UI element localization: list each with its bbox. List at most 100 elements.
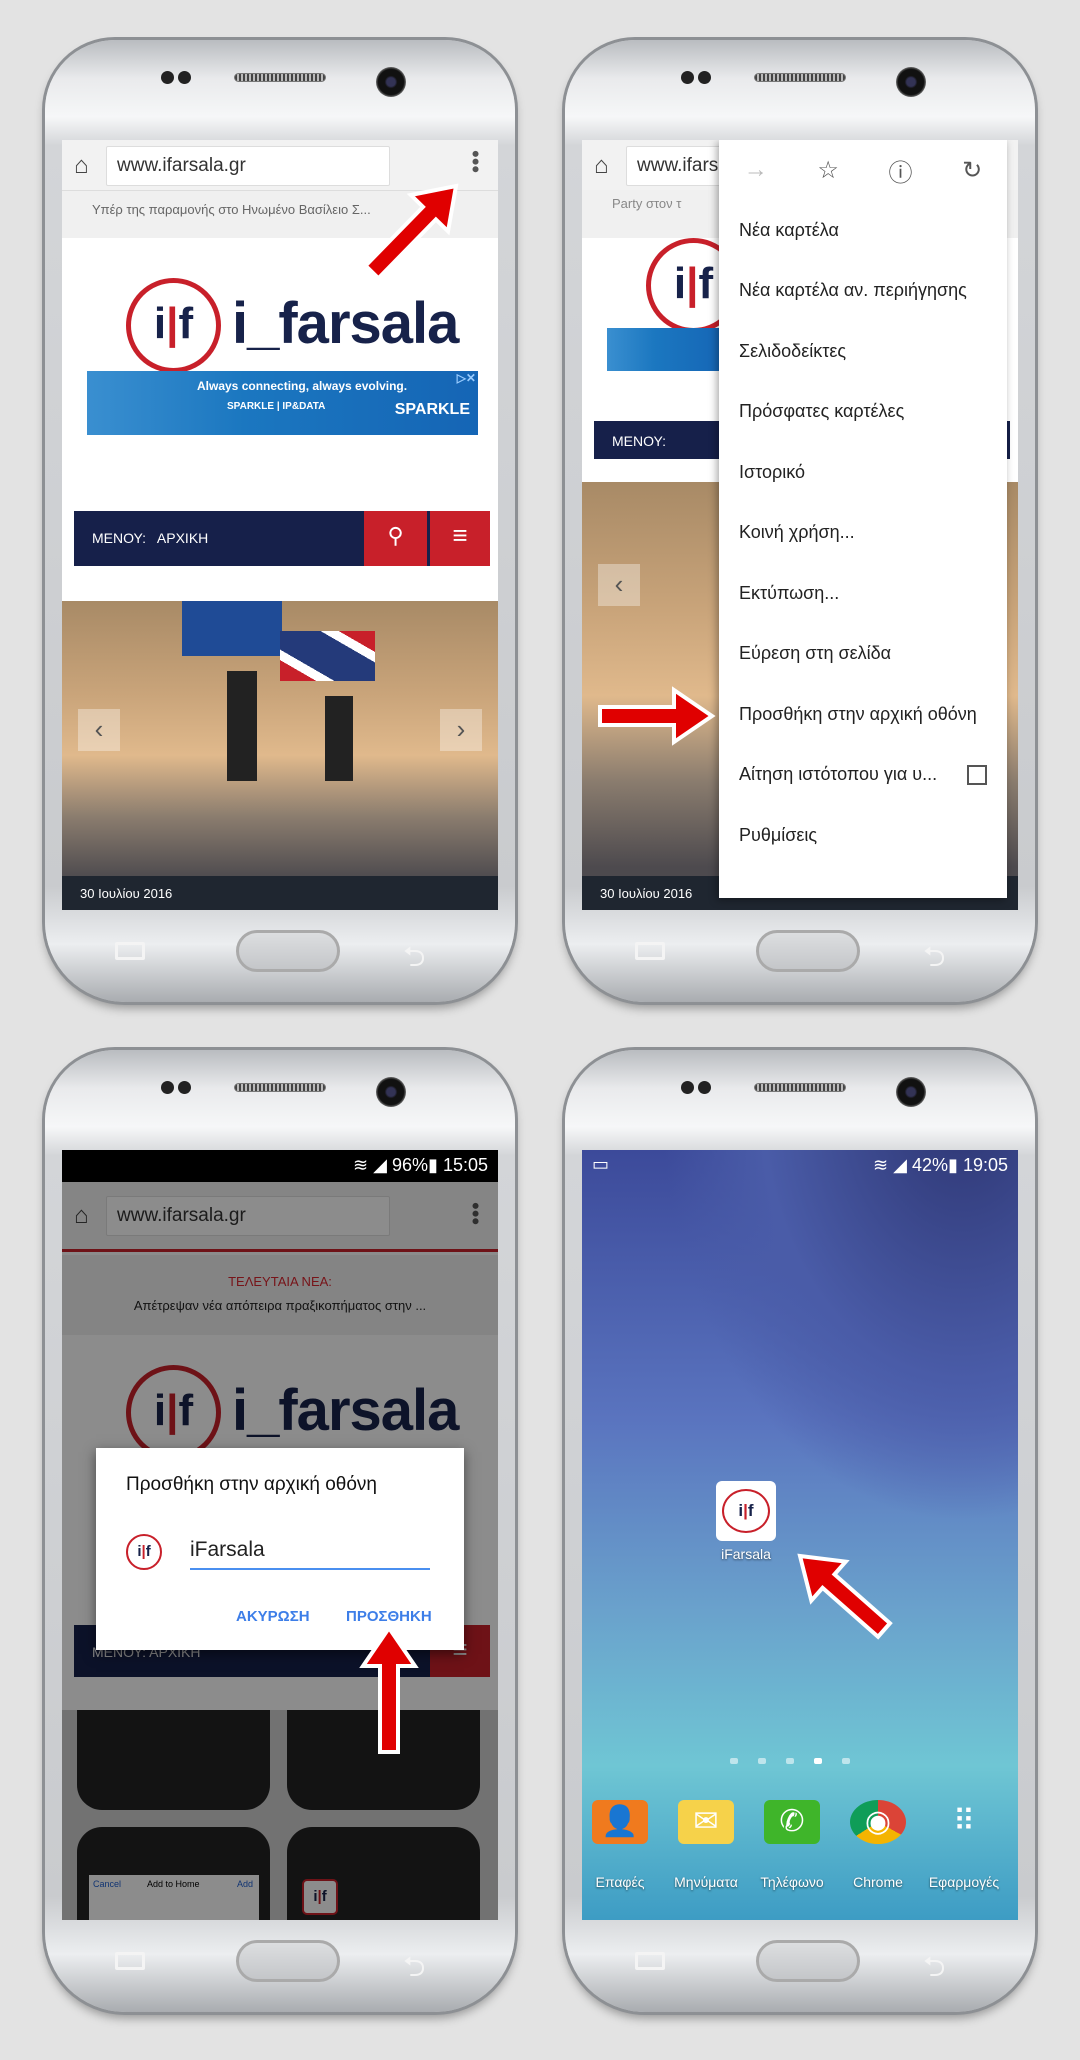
url-bar[interactable]: www.ifarsala.gr bbox=[106, 1196, 390, 1236]
dock-app-label: Τηλέφωνο bbox=[760, 1874, 824, 1890]
back-icon[interactable]: ⮌ bbox=[403, 1946, 425, 1994]
hero-slider[interactable]: ‹ › 30 Ιουλίου 2016 bbox=[62, 601, 498, 910]
page-indicator-dot[interactable] bbox=[758, 1758, 766, 1764]
home-button[interactable] bbox=[756, 1940, 860, 1982]
reload-icon[interactable]: ↻ bbox=[962, 156, 982, 185]
dock-app-label: Εφαρμογές bbox=[928, 1874, 1000, 1890]
menu-item[interactable]: Ρυθμίσεις bbox=[719, 805, 1007, 866]
nav-label: ΜΕΝΟΥ: bbox=[92, 530, 147, 546]
menu-item[interactable]: Ιστορικό bbox=[719, 442, 1007, 503]
battery-charging-icon: ▮ bbox=[428, 1155, 438, 1175]
search-button[interactable]: ⚲ bbox=[364, 511, 427, 566]
bookmark-star-icon[interactable]: ☆ bbox=[817, 156, 839, 185]
menu-item[interactable]: Πρόσφατες καρτέλες bbox=[719, 382, 1007, 443]
info-icon[interactable]: ⓘ bbox=[889, 153, 913, 188]
more-menu-icon[interactable]: ••• bbox=[463, 150, 488, 173]
wifi-icon: ≋ bbox=[353, 1155, 369, 1175]
camera-icon bbox=[376, 67, 406, 97]
chrome-overflow-menu: → ☆ ⓘ ↻ Νέα καρτέλα Νέα καρτέλα αν. περιή… bbox=[719, 140, 1007, 898]
url-bar[interactable]: www.ifarsala.gr bbox=[106, 146, 390, 186]
back-icon[interactable]: ⮌ bbox=[403, 936, 425, 984]
menu-item[interactable]: Νέα καρτέλα αν. περιήγησης bbox=[719, 261, 1007, 322]
chrome-icon[interactable]: ◉ bbox=[850, 1800, 906, 1844]
phone-step-1: ⌂ www.ifarsala.gr ••• Υπέρ της παραμονής… bbox=[45, 40, 515, 1002]
browser-toolbar: ⌂ www.ifarsala.gr ••• bbox=[62, 140, 498, 190]
thumb-cancel: Cancel bbox=[93, 1879, 122, 1889]
ad-banner bbox=[607, 328, 727, 371]
battery-percent: 96% bbox=[392, 1155, 429, 1175]
status-bar: ▭ ≋ ◢ 42%▮ 19:05 bbox=[582, 1150, 1018, 1182]
ad-close-icon[interactable]: ▷✕ bbox=[457, 371, 476, 385]
menu-item[interactable]: Κοινή χρήση... bbox=[719, 503, 1007, 564]
headline-ticker: Party στον τ bbox=[612, 196, 682, 211]
signal-icon: ◢ bbox=[373, 1155, 387, 1175]
more-menu-icon[interactable]: ••• bbox=[463, 1202, 488, 1225]
menu-item-label: Ιστορικό bbox=[739, 461, 806, 482]
menu-item-label: Σελιδοδείκτες bbox=[739, 340, 847, 361]
back-icon[interactable]: ⮌ bbox=[923, 936, 945, 984]
recent-apps-icon[interactable] bbox=[115, 942, 145, 960]
page-indicator-dot[interactable] bbox=[786, 1758, 794, 1764]
menu-item-label: Εκτύπωση... bbox=[739, 582, 840, 603]
battery-icon: ▮ bbox=[948, 1155, 958, 1175]
site-favicon: i|f bbox=[126, 1534, 162, 1570]
contacts-icon[interactable]: 👤 bbox=[592, 1800, 648, 1844]
menu-item-label: Πρόσφατες καρτέλες bbox=[739, 401, 905, 422]
clock: 19:05 bbox=[962, 1155, 1008, 1175]
checkbox[interactable] bbox=[967, 764, 987, 785]
hamburger-menu-button[interactable]: ≡ bbox=[430, 511, 490, 566]
home-button[interactable] bbox=[236, 1940, 340, 1982]
menu-item[interactable]: Σελιδοδείκτες bbox=[719, 321, 1007, 382]
sensor-icon bbox=[178, 71, 191, 84]
menu-item[interactable]: Προσθήκη στην αρχική οθόνη bbox=[719, 684, 1007, 745]
forward-icon[interactable]: → bbox=[744, 156, 768, 184]
menu-item[interactable]: Αίτηση ιστότοπου για υ... bbox=[719, 745, 1007, 806]
home-icon[interactable]: ⌂ bbox=[74, 152, 89, 180]
cancel-button[interactable]: ΑΚΥΡΩΣΗ bbox=[236, 1608, 310, 1625]
menu-item-label: Προσθήκη στην αρχική οθόνη bbox=[739, 703, 977, 724]
shortcut-name-input[interactable]: iFarsala bbox=[190, 1538, 430, 1570]
home-icon[interactable]: ⌂ bbox=[74, 1202, 89, 1230]
menu-item-label: Αίτηση ιστότοπου για υ... bbox=[739, 764, 938, 785]
menu-item-label: Εύρεση στη σελίδα bbox=[739, 643, 892, 664]
page-indicator-dot[interactable] bbox=[842, 1758, 850, 1764]
ad-banner[interactable]: Always connecting, always evolving. SPAR… bbox=[87, 371, 478, 435]
screen: ⌂ www.ifarsala.gr ••• Υπέρ της παραμονής… bbox=[62, 140, 498, 910]
breaking-news-text[interactable]: Απέτρεψαν νέα απόπειρα πραξικοπήματος στ… bbox=[62, 1298, 498, 1313]
headline-ticker[interactable]: Υπέρ της παραμονής στο Ηνωμένο Βασίλειο … bbox=[92, 202, 371, 217]
messages-icon[interactable]: ✉ bbox=[678, 1800, 734, 1844]
nav-current[interactable]: ΑΡΧΙΚΗ bbox=[157, 530, 208, 546]
home-button[interactable] bbox=[236, 930, 340, 972]
recent-apps-icon[interactable] bbox=[635, 1952, 665, 1970]
menu-item[interactable]: Νέα καρτέλα bbox=[719, 200, 1007, 261]
speaker-grille bbox=[754, 73, 846, 82]
menu-item[interactable]: Εύρεση στη σελίδα bbox=[719, 624, 1007, 685]
recent-apps-icon[interactable] bbox=[635, 942, 665, 960]
slider-prev-button[interactable]: ‹ bbox=[78, 709, 120, 751]
menu-item[interactable]: Εκτύπωση... bbox=[719, 563, 1007, 624]
menu-item-label: Νέα καρτέλα bbox=[739, 219, 839, 240]
ifarsala-shortcut[interactable]: i|f bbox=[716, 1481, 776, 1541]
home-button[interactable] bbox=[756, 930, 860, 972]
add-button[interactable]: ΠΡΟΣΘΗΚΗ bbox=[346, 1608, 432, 1625]
site-logo[interactable]: i|f i_farsala bbox=[126, 278, 459, 373]
status-bar: ≋ ◢ 96%▮ 15:05 bbox=[62, 1150, 498, 1182]
dock-app-label: Μηνύματα bbox=[674, 1874, 738, 1890]
menu-item-label: Ρυθμίσεις bbox=[739, 824, 818, 845]
recent-apps-icon[interactable] bbox=[115, 1952, 145, 1970]
page-indicator-dot[interactable] bbox=[730, 1758, 738, 1764]
sensor-icon bbox=[161, 71, 174, 84]
back-icon[interactable]: ⮌ bbox=[923, 1946, 945, 1994]
breaking-news-label: ΤΕΛΕΥΤΑΙΑ ΝΕΑ: bbox=[228, 1274, 332, 1289]
page-indicator-dot[interactable] bbox=[814, 1758, 822, 1764]
home-icon[interactable]: ⌂ bbox=[594, 152, 609, 180]
shortcut-label: iFarsala bbox=[721, 1546, 771, 1562]
battery-percent: 42% bbox=[912, 1155, 949, 1175]
phone-icon[interactable]: ✆ bbox=[764, 1800, 820, 1844]
add-to-home-dialog: Προσθήκη στην αρχική οθόνη i|f iFarsala … bbox=[96, 1448, 464, 1650]
slider-next-button[interactable]: › bbox=[440, 709, 482, 751]
screen: ⌂ www.ifarsala.gr Party στον τ i|f ΜΕΝΟΥ:… bbox=[582, 140, 1018, 910]
slider-prev-button[interactable]: ‹ bbox=[598, 564, 640, 606]
apps-grid-icon[interactable]: ⠿ bbox=[936, 1800, 992, 1844]
phone-step-4: ▭ ≋ ◢ 42%▮ 19:05 i|f iFarsala 👤 Επαφές ✉ Μη… bbox=[565, 1050, 1035, 2012]
